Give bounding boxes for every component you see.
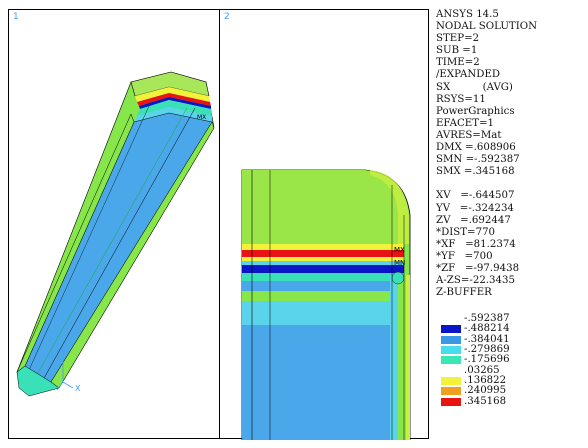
info-line: SMN =-.592387 <box>436 154 520 166</box>
legend-value: .240995 <box>464 385 507 397</box>
legend-value: -.488214 <box>464 323 510 335</box>
band-lightblue-2 <box>242 325 404 440</box>
info-line: NODAL SOLUTION <box>436 21 538 33</box>
viewport-2-model <box>241 169 411 440</box>
info-line: YV =-.324234 <box>436 202 514 214</box>
legend-value: .03265 <box>464 364 500 376</box>
info-line: EFACET=1 <box>436 117 495 129</box>
info-line: *XF =81.2374 <box>436 238 516 250</box>
info-line: RSYS=11 <box>436 93 486 105</box>
contour-legend: -.592387 -.488214 -.384041 -.279869 -.175696… <box>436 313 586 407</box>
legend-swatch <box>441 325 461 334</box>
legend-entry: .345168 <box>436 395 586 407</box>
legend-entry: -.175696 <box>436 354 586 366</box>
legend-entry: .03265 <box>436 364 586 376</box>
info-line: SUB =1 <box>436 45 478 57</box>
min-marker: MN <box>394 259 406 267</box>
legend-swatch <box>441 335 461 344</box>
max-marker-label: MX <box>197 114 207 121</box>
info-line: PowerGraphics <box>436 105 515 117</box>
legend-entry: .136822 <box>436 375 586 387</box>
info-line: DMX =.608906 <box>436 142 516 154</box>
viewport-1[interactable]: 1 Y X MX <box>8 9 220 439</box>
info-line: TIME=2 <box>436 57 480 69</box>
legend-entry: -.488214 <box>436 323 586 335</box>
legend-value: -.384041 <box>464 333 510 345</box>
axis-x-label: X <box>75 384 81 393</box>
side-teal <box>390 275 398 440</box>
side-green <box>398 275 406 440</box>
info-line: *ZF =-97.9438 <box>436 262 520 274</box>
solution-info-panel: ANSYS 14.5 NODAL SOLUTION STEP=2 SUB =1 TIME… <box>436 9 586 299</box>
info-line: SMX =.345168 <box>436 166 515 178</box>
axis-y-label: Y <box>61 348 66 357</box>
legend-swatch <box>441 356 461 365</box>
viewport-2[interactable]: 2 MX MN <box>219 9 429 440</box>
legend-swatch <box>441 377 461 386</box>
band-blue <box>242 265 404 273</box>
viewport-1-model <box>16 71 215 397</box>
band-teal <box>242 273 404 281</box>
info-line: STEP=2 <box>436 33 480 45</box>
legend-value: .136822 <box>464 375 507 387</box>
band-cyan <box>242 261 404 265</box>
info-line: SX (AVG) <box>436 81 513 93</box>
legend-entry: -.592387 <box>436 313 586 324</box>
legend-swatch <box>441 346 461 355</box>
info-line: ZV =.692447 <box>436 214 511 226</box>
legend-swatch <box>441 387 461 396</box>
info-line: ANSYS 14.5 <box>436 9 499 20</box>
band-cyan-2 <box>242 301 404 325</box>
legend-swatch <box>441 397 461 406</box>
legend-entry: -.279869 <box>436 344 586 356</box>
info-line: Z-BUFFER <box>436 287 492 299</box>
info-line: A-ZS=-22.3435 <box>436 275 515 287</box>
band-yellow-2 <box>242 257 404 261</box>
band-red <box>242 250 404 257</box>
band-green <box>242 291 404 301</box>
info-line: *DIST=770 <box>436 226 496 238</box>
max-marker: MX <box>394 246 405 254</box>
info-line: *YF =700 <box>436 250 493 262</box>
band-yellow <box>242 244 404 250</box>
legend-value: -.175696 <box>464 354 510 366</box>
legend-entry: .240995 <box>436 385 586 397</box>
band-lightblue-1 <box>242 281 404 291</box>
legend-value: -.592387 <box>464 313 510 324</box>
info-line: /EXPANDED <box>436 69 501 81</box>
info-line: AVRES=Mat <box>436 129 502 141</box>
legend-entry: -.384041 <box>436 333 586 345</box>
side-yellow <box>406 275 410 440</box>
legend-value: -.279869 <box>464 344 510 356</box>
legend-value: .345168 <box>464 395 507 407</box>
info-line <box>436 178 586 190</box>
info-line: XV =-.644507 <box>436 190 515 202</box>
zoom-top-gradient <box>242 170 404 244</box>
corner-node <box>391 271 405 285</box>
